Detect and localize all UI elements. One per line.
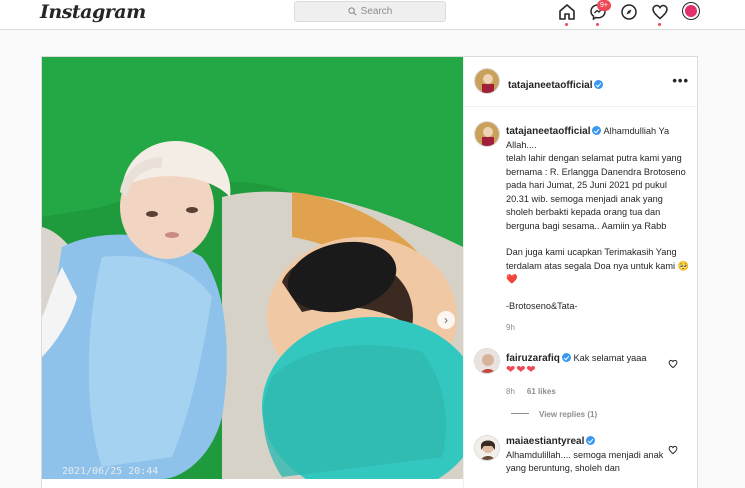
- heart-icon: [668, 445, 678, 455]
- heart-icon: [652, 4, 668, 20]
- comment: maiaestiantyreal Alhamdulillah.... semog…: [506, 435, 671, 476]
- explore-button[interactable]: [620, 3, 638, 21]
- next-photo-button[interactable]: ›: [437, 311, 455, 329]
- caption-paragraph-2: Dan juga kami ucapkan Terimakasih Yang t…: [506, 247, 690, 284]
- author-username[interactable]: tatajaneetaofficial: [508, 80, 592, 91]
- comment-time[interactable]: 8h: [506, 387, 515, 396]
- comment-likes[interactable]: 61 likes: [527, 387, 556, 396]
- chevron-right-icon: ›: [444, 313, 448, 327]
- activity-dot: [658, 23, 661, 26]
- messages-dot: [596, 23, 599, 26]
- home-active-dot: [565, 23, 568, 26]
- home-icon: [559, 4, 575, 20]
- search-icon: [348, 7, 357, 16]
- heart-icon: [668, 359, 678, 369]
- commenter-avatar[interactable]: [474, 348, 500, 374]
- instagram-logo[interactable]: Instagram: [40, 1, 146, 23]
- profile-avatar[interactable]: [683, 3, 699, 19]
- caption-avatar[interactable]: [474, 121, 500, 147]
- comment-hearts: ❤❤❤: [506, 364, 537, 376]
- post-card: 2021/06/25 20:44 › tatajaneetaofficial •…: [41, 56, 699, 488]
- comment-meta: 8h 61 likes: [506, 387, 556, 396]
- like-comment-button[interactable]: [668, 356, 678, 374]
- home-button[interactable]: [558, 3, 576, 21]
- search-placeholder: Search: [360, 6, 393, 17]
- compass-icon: [621, 4, 637, 20]
- author-name-row: tatajaneetaofficial: [508, 75, 604, 93]
- post-caption: tatajaneetaofficial Alhamdulliah Ya Alla…: [506, 125, 692, 335]
- post-photo[interactable]: 2021/06/25 20:44 ›: [42, 57, 463, 479]
- comment-username[interactable]: fairuzarafiq: [506, 353, 560, 364]
- caption-signature: -Brotoseno&Tata-: [506, 300, 578, 311]
- comment-text: Alhamdulillah.... semoga menjadi anak ya…: [506, 449, 664, 474]
- top-navigation-bar: Instagram Search 9+: [0, 0, 745, 30]
- like-comment-button[interactable]: [668, 442, 678, 460]
- activity-button[interactable]: [651, 3, 669, 21]
- caption-time[interactable]: 9h: [506, 321, 692, 335]
- verified-badge-icon: [594, 80, 604, 89]
- post-sidebar: tatajaneetaofficial ••• tatajaneetaoffic…: [463, 57, 699, 488]
- verified-badge-icon: [561, 353, 571, 362]
- author-avatar[interactable]: [474, 68, 500, 94]
- search-input[interactable]: Search: [294, 1, 446, 22]
- photo-timestamp: 2021/06/25 20:44: [62, 466, 159, 477]
- more-options-icon[interactable]: •••: [672, 73, 689, 88]
- commenter-avatar[interactable]: [474, 435, 500, 461]
- post-image: [42, 57, 463, 479]
- verified-badge-icon: [592, 126, 602, 135]
- comment-username[interactable]: maiaestiantyreal: [506, 436, 584, 447]
- verified-badge-icon: [586, 436, 596, 445]
- caption-paragraph-1: telah lahir dengan selamat putra kami ya…: [506, 153, 686, 231]
- comment-text: Kak selamat yaaa: [573, 353, 647, 363]
- post-header: tatajaneetaofficial •••: [464, 57, 699, 107]
- caption-username[interactable]: tatajaneetaofficial: [506, 126, 590, 137]
- view-replies-button[interactable]: View replies (1): [511, 410, 597, 419]
- messages-badge: 9+: [597, 0, 611, 11]
